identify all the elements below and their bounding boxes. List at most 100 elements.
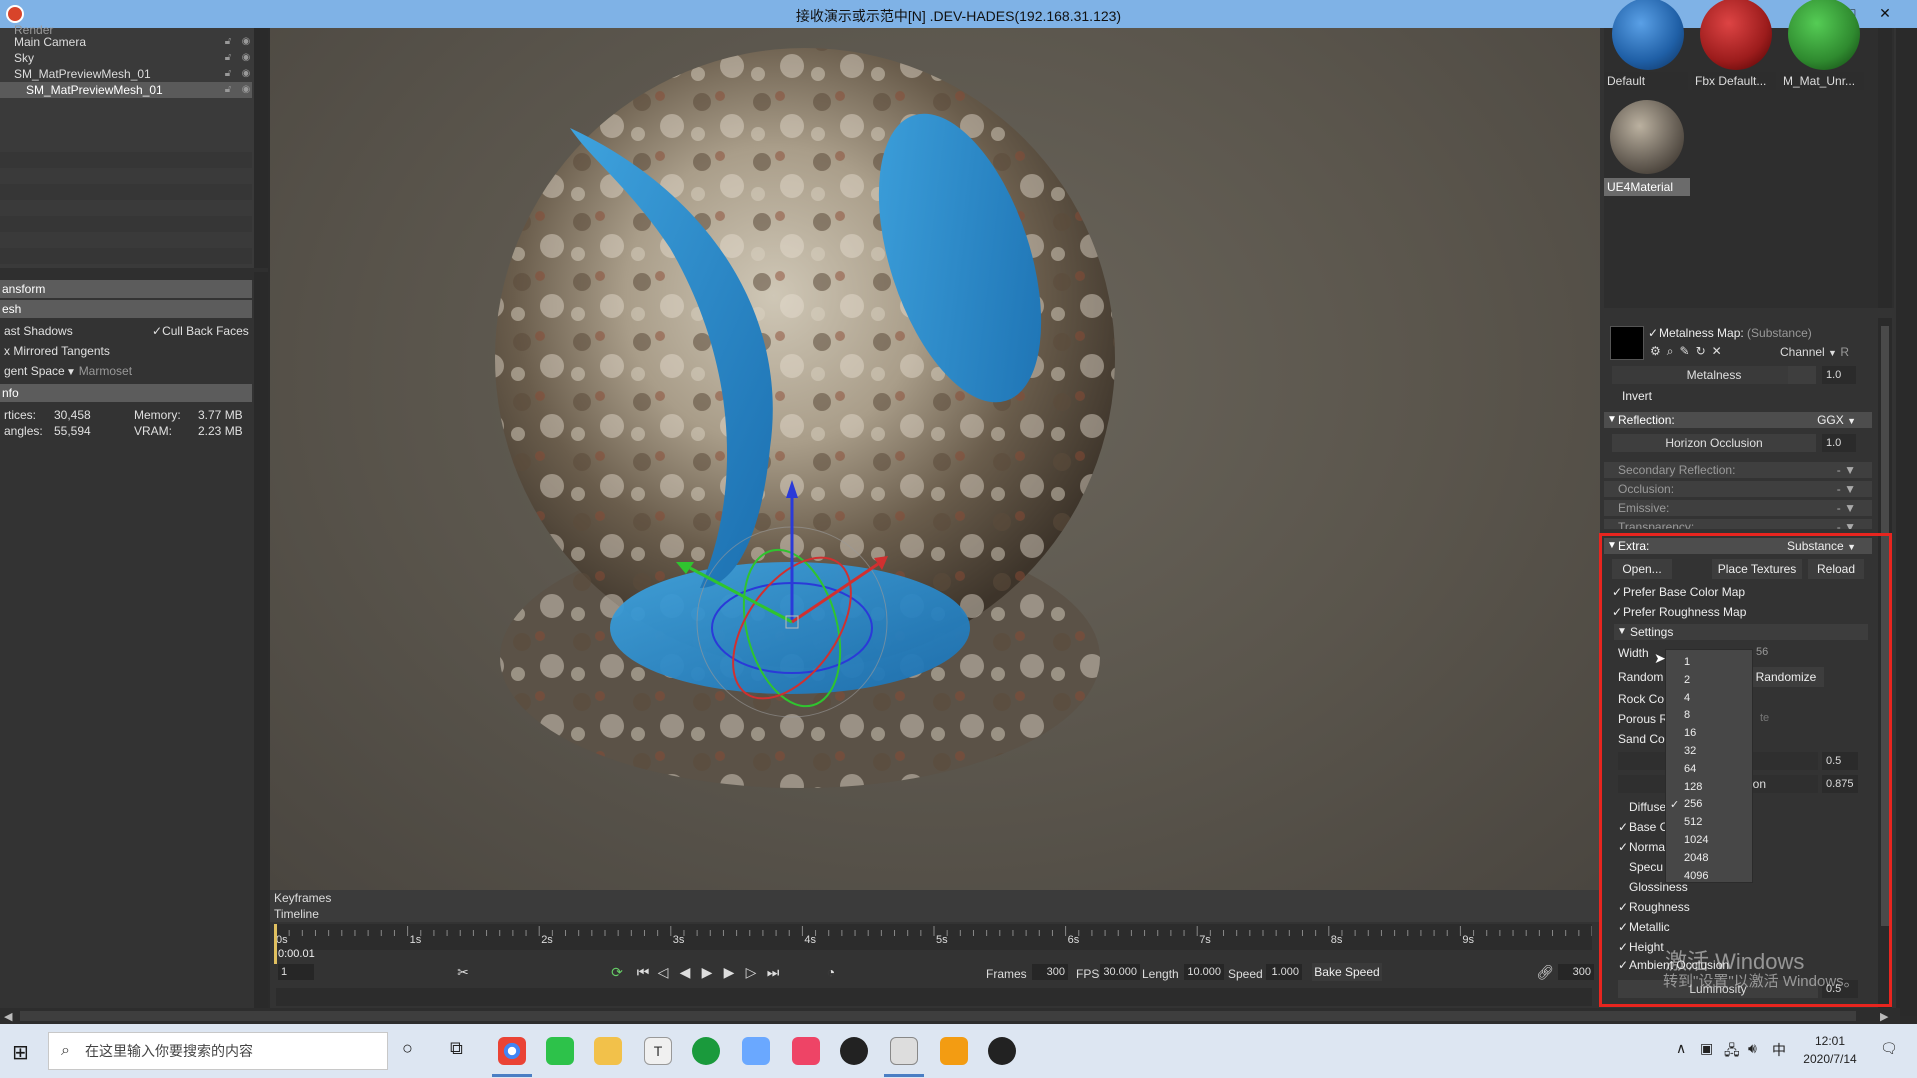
app-green-icon[interactable] bbox=[692, 1037, 720, 1065]
outliner-item-main-camera[interactable]: Main Camera 🔓︎ ◉ bbox=[0, 34, 252, 50]
section-emissive[interactable]: Emissive: - ▼ bbox=[1604, 500, 1872, 516]
keyframe-track[interactable] bbox=[276, 988, 1592, 1006]
outliner-item-sky[interactable]: Sky 🔓︎ ◉ bbox=[0, 50, 252, 66]
app-colorful-icon[interactable] bbox=[792, 1037, 820, 1065]
metalness-slider[interactable]: Metalness bbox=[1612, 366, 1816, 384]
outliner-item-mesh-selected[interactable]: SM_MatPreviewMesh_01 🔓︎ ◉ bbox=[0, 82, 252, 98]
network-icon[interactable]: 🖧︎ bbox=[1724, 1040, 1740, 1064]
app-blue-icon[interactable] bbox=[742, 1037, 770, 1065]
channel-dropdown[interactable]: Channel ▼ R bbox=[1780, 345, 1849, 359]
cull-back-faces-checkbox[interactable]: ✓Cull Back Faces bbox=[152, 324, 249, 338]
tray-expand-icon[interactable]: ∧ bbox=[1676, 1040, 1686, 1057]
timeline-header[interactable]: Timeline bbox=[270, 906, 1600, 922]
properties-scrollbar[interactable] bbox=[254, 272, 268, 1016]
search-icon[interactable]: ⌕ bbox=[1667, 344, 1680, 358]
gear-icon[interactable]: ⚙ bbox=[1650, 344, 1667, 358]
end-frames-field[interactable]: 300 bbox=[1558, 964, 1594, 980]
cast-shadows-checkbox[interactable]: ast Shadows bbox=[4, 324, 73, 338]
metalness-map-toggle[interactable]: ✓Metalness Map: (Substance) bbox=[1648, 326, 1812, 340]
fps-field[interactable]: 30.000 bbox=[1100, 964, 1140, 980]
frames-field[interactable]: 300 bbox=[1032, 964, 1068, 980]
skip-end-icon[interactable]: ⏭ bbox=[764, 963, 782, 981]
scroll-left-icon[interactable]: ◀ bbox=[4, 1010, 12, 1023]
invert-checkbox[interactable]: Invert bbox=[1622, 389, 1652, 403]
remote-desktop-icon[interactable] bbox=[890, 1037, 918, 1065]
horizon-occlusion-slider[interactable]: Horizon Occlusion bbox=[1612, 434, 1816, 452]
section-transparency[interactable]: Transparency: - ▼ bbox=[1604, 519, 1872, 529]
keyframes-header[interactable]: Keyframes bbox=[270, 890, 1600, 906]
material-swatch-fbx-default[interactable]: Fbx Default... bbox=[1692, 0, 1780, 94]
timeline-ruler[interactable] bbox=[275, 924, 1593, 950]
taskbar-clock[interactable]: 12:01 2020/7/14 bbox=[1800, 1032, 1860, 1068]
prev-keyframe-icon[interactable]: ◁ bbox=[654, 963, 672, 981]
unreal-engine-icon[interactable] bbox=[988, 1037, 1016, 1065]
loop-icon[interactable]: ⟳ bbox=[608, 963, 626, 981]
eye-icon[interactable]: ◉ bbox=[240, 68, 252, 80]
outliner-scrollbar[interactable] bbox=[254, 28, 268, 268]
step-forward-icon[interactable]: ▶︎ bbox=[720, 963, 738, 981]
file-explorer-icon[interactable] bbox=[594, 1037, 622, 1065]
eye-icon[interactable]: ◉ bbox=[240, 52, 252, 64]
tangent-space-dropdown[interactable]: ▼ Marmoset bbox=[66, 364, 132, 378]
task-view-icon[interactable]: ⧉ bbox=[450, 1038, 463, 1059]
current-frame-field[interactable]: 1 bbox=[278, 964, 314, 980]
section-mesh[interactable]: esh bbox=[0, 300, 252, 318]
bake-speed-button[interactable]: Bake Speed bbox=[1312, 963, 1382, 981]
volume-icon[interactable]: 🔊︎ bbox=[1748, 1040, 1757, 1057]
right-edge-scrollbar[interactable] bbox=[1896, 28, 1917, 1016]
reflection-dropdown[interactable]: GGX ▼ bbox=[1817, 412, 1856, 429]
close-button[interactable]: ✕ bbox=[1870, 2, 1900, 24]
material-swatch-m-mat-unr[interactable]: M_Mat_Unr... bbox=[1780, 0, 1868, 94]
refresh-icon[interactable]: ↻ bbox=[1696, 344, 1712, 358]
panel-splitter[interactable] bbox=[0, 268, 268, 280]
cortana-icon[interactable]: ○ bbox=[402, 1038, 413, 1059]
chrome-icon[interactable] bbox=[498, 1037, 526, 1065]
horizon-occlusion-value[interactable]: 1.0 bbox=[1822, 434, 1856, 452]
skip-start-icon[interactable]: ⏮ bbox=[634, 963, 652, 981]
section-reflection[interactable]: ▼ Reflection: GGX ▼ bbox=[1604, 412, 1872, 428]
material-swatch-ue4material[interactable]: UE4Material bbox=[1604, 96, 1692, 206]
next-keyframe-icon[interactable]: ▷ bbox=[742, 963, 760, 981]
speed-field[interactable]: 1.000 bbox=[1266, 964, 1302, 980]
library-scrollbar[interactable] bbox=[1878, 28, 1892, 308]
eyedropper-icon[interactable]: ✎ bbox=[1680, 344, 1696, 358]
lock-icon[interactable]: 🔓︎ bbox=[222, 68, 234, 80]
secondary-reflection-value: - bbox=[1836, 463, 1841, 477]
eye-icon[interactable]: ◉ bbox=[240, 84, 252, 96]
lock-icon[interactable]: 🔓︎ bbox=[222, 84, 234, 96]
horizontal-scrollbar[interactable]: ◀ ▶ bbox=[0, 1008, 1900, 1024]
link-icon[interactable]: 🔗︎ bbox=[1536, 963, 1554, 981]
length-field[interactable]: 10.000 bbox=[1184, 964, 1224, 980]
scroll-right-icon[interactable]: ▶ bbox=[1880, 1010, 1888, 1023]
section-secondary-reflection[interactable]: Secondary Reflection: - ▼ bbox=[1604, 462, 1872, 478]
wechat-icon[interactable] bbox=[546, 1037, 574, 1065]
lock-icon[interactable]: 🔓︎ bbox=[222, 36, 234, 48]
outliner-item-mesh-parent[interactable]: SM_MatPreviewMesh_01 🔓︎ ◉ bbox=[0, 66, 252, 82]
material-swatch-default[interactable]: Default bbox=[1604, 0, 1692, 94]
playhead[interactable] bbox=[274, 924, 277, 964]
metalness-value[interactable]: 1.0 bbox=[1822, 366, 1856, 384]
windows-start-icon[interactable]: ⊞ bbox=[12, 1040, 29, 1065]
text-editor-icon[interactable]: T bbox=[644, 1037, 672, 1065]
taskbar-search-input[interactable]: ⌕ 在这里输入你要搜索的内容 bbox=[48, 1032, 388, 1070]
section-transform[interactable]: ansform bbox=[0, 280, 252, 298]
ime-indicator[interactable]: 中 bbox=[1772, 1040, 1786, 1060]
speed-dial-icon[interactable]: ◔ bbox=[822, 963, 840, 981]
tangent-space-value: Marmoset bbox=[78, 364, 133, 378]
play-icon[interactable]: ▶ bbox=[698, 963, 716, 981]
fix-mirrored-tangents-checkbox[interactable]: x Mirrored Tangents bbox=[4, 344, 110, 358]
metalness-map-thumbnail[interactable] bbox=[1610, 326, 1644, 360]
close-icon[interactable]: ✕ bbox=[1712, 344, 1728, 358]
3d-viewport[interactable] bbox=[270, 28, 1600, 890]
marmoset-icon[interactable] bbox=[840, 1037, 868, 1065]
horizontal-scroll-thumb[interactable] bbox=[20, 1011, 1856, 1021]
step-back-icon[interactable]: ◀ bbox=[676, 963, 694, 981]
eye-icon[interactable]: ◉ bbox=[240, 36, 252, 48]
notification-icon[interactable]: 🗨︎ bbox=[1880, 1040, 1898, 1057]
app-orange-icon[interactable] bbox=[940, 1037, 968, 1065]
section-occlusion[interactable]: Occlusion: - ▼ bbox=[1604, 481, 1872, 497]
scissors-icon[interactable]: ✂ bbox=[454, 963, 472, 981]
lock-icon[interactable]: 🔓︎ bbox=[222, 52, 234, 64]
tray-app-icon[interactable]: ▣ bbox=[1700, 1040, 1713, 1057]
section-info[interactable]: nfo bbox=[0, 384, 252, 402]
